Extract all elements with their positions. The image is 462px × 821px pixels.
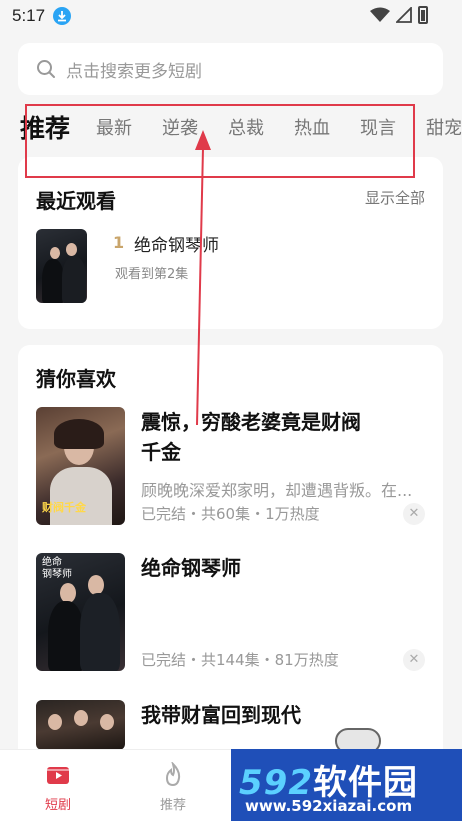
recent-drama-name[interactable]: 绝命钢琴师 (134, 231, 219, 256)
video-icon (47, 767, 69, 784)
category-tabs: 推荐 最新 逆袭 总裁 热血 现言 甜宠 (0, 104, 462, 150)
drama-meta: 已完结・共144集・81万热度 (141, 651, 339, 669)
battery-icon (418, 6, 428, 24)
tab-ceo[interactable]: 总裁 (228, 114, 264, 140)
download-icon (53, 7, 72, 25)
flame-icon (165, 762, 181, 787)
drama-title: 绝命钢琴师 (141, 556, 241, 580)
guess-title: 猜你喜欢 (36, 367, 116, 391)
search-icon (37, 60, 55, 78)
drama-title: 震惊，穷酸老婆竟是财阀千金 (141, 410, 361, 464)
recent-rank: 1 (113, 233, 125, 252)
drama-desc: 顾晚晚深爱郑家明，却遭遇背叛。在... (141, 481, 413, 500)
drama-poster: 绝命 钢琴师 (36, 553, 125, 671)
search-placeholder: 点击搜索更多短剧 (66, 61, 202, 82)
search-input[interactable]: 点击搜索更多短剧 (18, 43, 443, 95)
drama-meta: 已完结・共60集・1万热度 (141, 505, 320, 523)
tab-action[interactable]: 热血 (294, 114, 330, 140)
recent-title: 最近观看 (36, 189, 116, 213)
drama-poster: 财阀千金 (36, 407, 125, 525)
recent-poster[interactable] (36, 229, 87, 303)
list-item[interactable]: 绝命 钢琴师 绝命钢琴师 已完结・共144集・81万热度 ✕ (18, 553, 443, 675)
nav-item-recommend[interactable]: 推荐 (143, 762, 203, 813)
tab-romance[interactable]: 现言 (360, 114, 396, 140)
recent-progress: 观看到第2集 (115, 267, 189, 282)
tab-counterattack[interactable]: 逆袭 (162, 114, 198, 140)
drama-poster (36, 700, 125, 750)
nav-item-short-drama[interactable]: 短剧 (28, 762, 88, 813)
poster-title: 绝命 钢琴师 (42, 557, 72, 580)
nav-label: 短剧 (44, 798, 71, 813)
signal-icon (396, 7, 412, 23)
poster-caption: 财阀千金 (42, 501, 86, 514)
watermark-logo: 592软件园 www.592xiazai.com (231, 749, 462, 821)
tab-sweet[interactable]: 甜宠 (426, 114, 462, 140)
show-all-button[interactable]: 显示全部 (365, 187, 425, 208)
tab-recommend[interactable]: 推荐 (20, 109, 70, 145)
guess-card: 猜你喜欢 财阀千金 震惊，穷酸老婆竟是财阀千金 顾晚晚深爱郑家明，却遭遇背叛。在… (18, 345, 443, 765)
status-bar: 5:17 (0, 0, 462, 32)
dismiss-button[interactable]: ✕ (403, 503, 425, 525)
tab-latest[interactable]: 最新 (96, 114, 132, 140)
nav-label: 推荐 (159, 798, 186, 813)
wifi-icon (370, 7, 390, 22)
status-time: 5:17 (12, 6, 46, 25)
drama-title: 我带财富回到现代 (141, 703, 301, 727)
list-item[interactable]: 财阀千金 震惊，穷酸老婆竟是财阀千金 顾晚晚深爱郑家明，却遭遇背叛。在... 已… (18, 407, 443, 529)
recent-card: 最近观看 显示全部 1 绝命钢琴师 观看到第2集 (18, 157, 443, 329)
dismiss-button[interactable]: ✕ (403, 649, 425, 671)
